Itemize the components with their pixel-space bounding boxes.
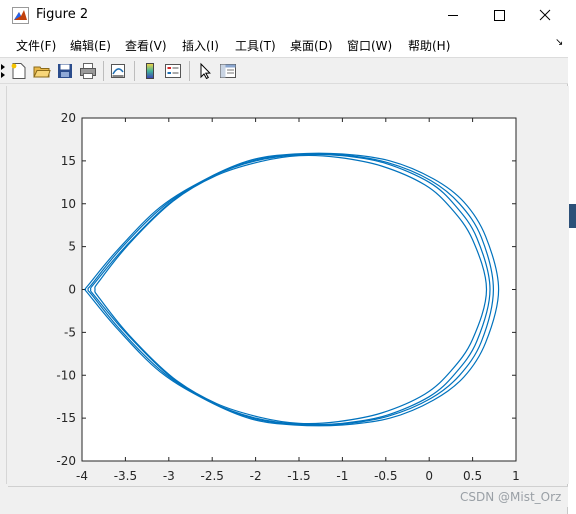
maximize-icon — [494, 10, 505, 21]
minimize-button[interactable] — [430, 0, 476, 31]
toolbar-separator — [134, 61, 135, 81]
matlab-logo-icon — [12, 7, 29, 24]
y-tick-label: -5 — [64, 325, 76, 339]
x-tick-label: -3 — [163, 469, 175, 483]
x-tick-label: -1.5 — [287, 469, 310, 483]
insert-legend-icon[interactable] — [164, 62, 182, 80]
minimize-icon — [448, 15, 458, 16]
x-tick-label: -0.5 — [374, 469, 397, 483]
y-tick-label: -15 — [56, 411, 76, 425]
maximize-button[interactable] — [476, 0, 522, 31]
new-figure-icon[interactable] — [10, 62, 28, 80]
plot-svg: -4 -3.5 -3 -2.5 -2 -1.5 -1 -0.5 0 0.5 1 20 15 10 5 0 -5 -… — [56, 111, 520, 483]
y-tick-label: 0 — [68, 283, 76, 297]
toolbar-separator — [103, 61, 104, 81]
edit-plot-arrow-icon[interactable] — [196, 62, 214, 80]
menu-edit[interactable]: 编辑(E) — [70, 37, 111, 54]
y-tick-label: -10 — [56, 368, 76, 382]
x-tick-label: -3.5 — [114, 469, 137, 483]
open-file-icon[interactable] — [33, 62, 51, 80]
menu-view[interactable]: 查看(V) — [125, 37, 167, 54]
axes-box[interactable] — [81, 117, 517, 462]
figure-canvas: -4 -3.5 -3 -2.5 -2 -1.5 -1 -0.5 0 0.5 1 20 15 10 5 0 -5 -… — [6, 86, 569, 484]
watermark: CSDN @Mist_Orz — [460, 490, 562, 504]
menu-desktop[interactable]: 桌面(D) — [290, 37, 333, 54]
y-tick-label: 5 — [68, 240, 76, 254]
figure-toolbar — [0, 57, 568, 84]
menu-insert[interactable]: 插入(I) — [182, 37, 219, 54]
insert-colorbar-icon[interactable] — [141, 62, 159, 80]
close-icon — [539, 9, 551, 21]
property-inspector-icon[interactable] — [219, 62, 237, 80]
menu-bar: 文件(F) 编辑(E) 查看(V) 插入(I) 工具(T) 桌面(D) 窗口(W… — [0, 31, 568, 57]
x-tick-label: 1 — [512, 469, 520, 483]
toolbar-grip-icon[interactable] — [0, 61, 6, 81]
save-icon[interactable] — [56, 62, 74, 80]
close-button[interactable] — [522, 0, 568, 31]
menu-tools[interactable]: 工具(T) — [235, 37, 276, 54]
window-title: Figure 2 — [36, 7, 89, 22]
title-bar[interactable]: Figure 2 — [0, 0, 568, 31]
figure-window: Figure 2 文件(F) 编辑(E) 查看(V) 插入(I) 工具(T) 桌… — [0, 0, 569, 514]
x-tick-label: -1 — [336, 469, 348, 483]
print-icon[interactable] — [79, 62, 97, 80]
menu-help[interactable]: 帮助(H) — [408, 37, 450, 54]
y-tick-label: 15 — [61, 154, 76, 168]
y-tick-label: -20 — [56, 454, 76, 468]
menu-window[interactable]: 窗口(W) — [347, 37, 392, 54]
y-tick-label: 10 — [61, 197, 76, 211]
menu-overflow-icon[interactable]: ↘ — [555, 37, 563, 48]
x-tick-label: -4 — [76, 469, 88, 483]
toolbar-separator — [189, 61, 190, 81]
y-tick-label: 20 — [61, 111, 76, 125]
background-window-edge — [569, 204, 576, 228]
x-tick-label: 0.5 — [463, 469, 482, 483]
x-tick-label: 0 — [425, 469, 433, 483]
x-tick-label: -2 — [250, 469, 262, 483]
x-tick-label: -2.5 — [200, 469, 223, 483]
menu-file[interactable]: 文件(F) — [16, 37, 56, 54]
link-plot-icon[interactable] — [109, 62, 127, 80]
